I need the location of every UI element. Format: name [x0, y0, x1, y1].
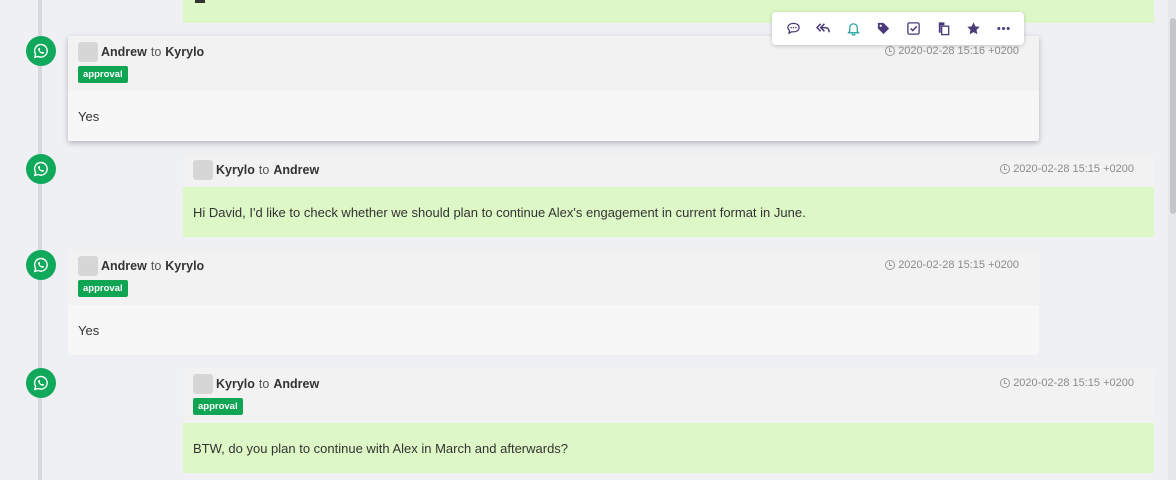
to-word: to [258, 163, 270, 177]
message-body: Yes [78, 322, 100, 338]
reply-all-button[interactable] [811, 17, 835, 41]
clock-icon [885, 46, 896, 56]
timestamp-text: 2020-02-28 15:15 +0200 [1013, 163, 1134, 175]
scrollbar-track[interactable] [1168, 0, 1176, 480]
star-icon [966, 22, 980, 35]
more-icon [996, 27, 1010, 30]
timestamp-text: 2020-02-28 15:15 +0200 [1013, 377, 1134, 389]
whatsapp-icon [26, 154, 56, 184]
clock-icon [885, 260, 896, 270]
sender-name[interactable]: Kyrylo [216, 377, 255, 391]
more-button[interactable] [991, 17, 1015, 41]
sender-name[interactable]: Andrew [101, 45, 147, 59]
message-body: Yes [78, 108, 100, 124]
message-timestamp: 2020-02-28 15:16 +0200 [885, 45, 1019, 57]
tag-button[interactable] [871, 17, 895, 41]
approval-tag[interactable]: approval [78, 280, 128, 297]
copy-button[interactable] [931, 17, 955, 41]
message-action-toolbar [772, 12, 1024, 45]
recipient-name[interactable]: Kyrylo [165, 259, 204, 273]
to-word: to [150, 45, 162, 59]
comment-button[interactable] [781, 17, 805, 41]
message-card[interactable]: Andrew to Kyrylo approval 2020-02-28 15:… [68, 36, 1039, 141]
whatsapp-icon [26, 368, 56, 398]
message-body: BTW, do you plan to continue with Alex i… [193, 440, 569, 456]
clock-icon [1000, 378, 1011, 388]
message-card[interactable]: Andrew to Kyrylo approval 2020-02-28 15:… [68, 250, 1039, 355]
message-header: Kyrylo to Andrew 2020-02-28 15:15 +0200 [183, 154, 1154, 187]
scrollbar-thumb[interactable] [1170, 18, 1176, 214]
star-button[interactable] [961, 17, 985, 41]
message-body: Hi David, I'd like to check whether we s… [193, 204, 806, 220]
recipient-name[interactable]: Kyrylo [165, 45, 204, 59]
reminder-button[interactable] [841, 17, 865, 41]
approval-tag[interactable]: approval [78, 66, 128, 83]
sender-name[interactable]: Kyrylo [216, 163, 255, 177]
avatar [78, 256, 98, 276]
to-word: to [258, 377, 270, 391]
tag-icon [877, 22, 889, 35]
whatsapp-icon [26, 250, 56, 280]
timeline-line [38, 0, 42, 480]
checkbox-icon [906, 22, 920, 35]
message-header: Kyrylo to Andrew approval 2020-02-28 15:… [183, 368, 1154, 423]
recipient-name[interactable]: Andrew [273, 377, 319, 391]
message-card[interactable]: Kyrylo to Andrew 2020-02-28 15:15 +0200 … [183, 154, 1154, 237]
task-button[interactable] [901, 17, 925, 41]
avatar [193, 374, 213, 394]
timestamp-text: 2020-02-28 15:16 +0200 [898, 45, 1019, 57]
avatar [193, 160, 213, 180]
recipient-name[interactable]: Andrew [273, 163, 319, 177]
clock-icon [1000, 164, 1011, 174]
message-header: Andrew to Kyrylo approval 2020-02-28 15:… [68, 250, 1039, 305]
text-cursor-mark [195, 0, 205, 3]
to-word: to [150, 259, 162, 273]
whatsapp-icon [26, 36, 56, 66]
reply-all-icon [815, 23, 830, 33]
avatar [78, 42, 98, 62]
approval-tag[interactable]: approval [193, 398, 243, 415]
sender-name[interactable]: Andrew [101, 259, 147, 273]
message-card[interactable]: Kyrylo to Andrew approval 2020-02-28 15:… [183, 368, 1154, 473]
message-timestamp: 2020-02-28 15:15 +0200 [1000, 163, 1134, 175]
bell-icon [846, 23, 860, 36]
copy-icon [938, 22, 949, 36]
comment-icon [786, 22, 800, 35]
timestamp-text: 2020-02-28 15:15 +0200 [898, 259, 1019, 271]
message-timestamp: 2020-02-28 15:15 +0200 [885, 259, 1019, 271]
message-timestamp: 2020-02-28 15:15 +0200 [1000, 377, 1134, 389]
